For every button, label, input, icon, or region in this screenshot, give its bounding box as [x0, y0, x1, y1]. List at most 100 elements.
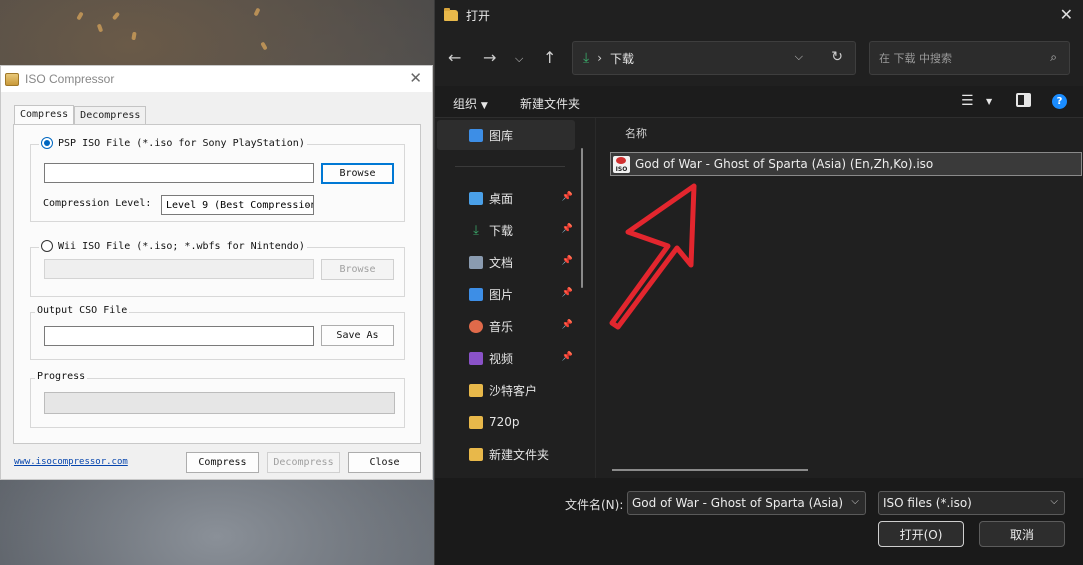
file-type-value: ISO files (*.iso) — [883, 496, 972, 510]
file-list: 名称 ISO God of War - Ghost of Sparta (Asi… — [595, 118, 1083, 478]
preview-pane-icon[interactable] — [1016, 93, 1031, 107]
search-icon: ⌕ — [1050, 50, 1057, 64]
pin-icon[interactable]: 📌 — [562, 192, 573, 202]
sidebar-item-label: 图片 — [489, 287, 514, 302]
pin-icon[interactable]: 📌 — [562, 352, 573, 362]
output-file-input[interactable] — [44, 326, 314, 346]
sidebar-item-label: 图库 — [489, 128, 514, 143]
wallpaper-spark — [131, 31, 137, 41]
app-icon — [5, 72, 19, 86]
recent-locations-icon[interactable]: ⌵ — [515, 52, 523, 66]
forward-icon[interactable]: → — [483, 48, 496, 67]
close-icon[interactable]: ✕ — [409, 69, 422, 87]
save-as-button[interactable]: Save As — [321, 325, 394, 346]
wallpaper-spark — [111, 11, 121, 21]
compress-button[interactable]: Compress — [186, 452, 259, 473]
sidebar-item-music[interactable]: 音乐 📌 — [437, 311, 575, 341]
close-button[interactable]: Close — [348, 452, 421, 473]
dialog-title: 打开 — [466, 8, 491, 23]
pin-icon[interactable]: 📌 — [562, 288, 573, 298]
chevron-down-icon[interactable]: ⌵ — [851, 496, 859, 507]
sidebar-item-label: 720p — [489, 415, 520, 429]
command-bar: 组织 ▼ 新建文件夹 ☰ ▼ ? — [435, 86, 1083, 118]
file-name: God of War - Ghost of Sparta (Asia) (En,… — [635, 157, 934, 171]
cancel-button[interactable]: 取消 — [979, 521, 1065, 547]
progress-label: Progress — [35, 371, 88, 382]
folder-icon — [444, 7, 458, 21]
organize-label: 组织 — [453, 97, 478, 111]
psp-group-label: PSP ISO File (*.iso for Sony PlayStation… — [58, 137, 305, 149]
sidebar-item-gallery[interactable]: 图库 — [437, 120, 575, 150]
sidebar-item-folder-720p[interactable]: 720p — [437, 407, 575, 437]
tab-compress[interactable]: Compress — [14, 105, 75, 124]
sidebar-item-desktop[interactable]: 桌面 📌 — [437, 183, 575, 213]
open-file-dialog: 打开 ✕ ← → ⌵ ↑ ⤓ › 下载 ⌵ ↻ 在 下载 中搜索 ⌕ 组织 ▼ … — [434, 0, 1083, 565]
sidebar-item-pictures[interactable]: 图片 📌 — [437, 279, 575, 309]
chevron-down-icon[interactable]: ⌵ — [795, 50, 803, 64]
psp-file-input[interactable] — [44, 163, 314, 183]
caret-down-icon: ▼ — [480, 101, 488, 111]
music-icon — [469, 319, 483, 333]
tab-decompress[interactable]: Decompress — [74, 106, 147, 125]
file-type-select[interactable]: ISO files (*.iso) ⌵ — [878, 491, 1065, 515]
desktop-icon — [469, 191, 483, 205]
sidebar-item-downloads[interactable]: ⤓ 下载 📌 — [437, 215, 575, 245]
video-icon — [469, 351, 483, 365]
divider — [455, 166, 565, 167]
psp-browse-button[interactable]: Browse — [321, 163, 394, 184]
website-link[interactable]: www.isocompressor.com — [14, 457, 128, 467]
iso-file-icon: ISO — [613, 155, 630, 173]
sidebar-item-documents[interactable]: 文档 📌 — [437, 247, 575, 277]
file-item-selected[interactable]: ISO God of War - Ghost of Sparta (Asia) … — [610, 152, 1082, 176]
dialog-title-bar[interactable]: 打开 ✕ — [435, 0, 1083, 30]
sidebar-item-label: 文档 — [489, 255, 514, 270]
sidebar-item-label: 桌面 — [489, 191, 514, 206]
view-list-icon[interactable]: ☰ — [961, 93, 974, 109]
sidebar-scrollbar[interactable] — [581, 148, 583, 288]
wallpaper-spark — [96, 23, 104, 33]
horizontal-scrollbar[interactable] — [612, 469, 808, 471]
wii-browse-button: Browse — [321, 259, 394, 280]
caret-down-icon[interactable]: ▼ — [986, 97, 992, 106]
search-input[interactable]: 在 下载 中搜索 ⌕ — [869, 41, 1070, 75]
folder-icon — [469, 415, 483, 429]
compression-level-value: Level 9 (Best Compression) — [166, 199, 314, 211]
document-icon — [469, 255, 483, 269]
pin-icon[interactable]: 📌 — [562, 224, 573, 234]
compression-level-label: Compression Level: — [43, 198, 152, 209]
refresh-icon[interactable]: ↻ — [831, 49, 843, 65]
gallery-icon — [469, 128, 483, 142]
file-name-value: God of War - Ghost of Sparta (Asia) — [632, 496, 844, 510]
wii-group-label: Wii ISO File (*.iso; *.wbfs for Nintendo… — [58, 240, 305, 252]
new-folder-button[interactable]: 新建文件夹 — [520, 95, 580, 112]
title-bar[interactable]: ISO Compressor ✕ — [1, 66, 432, 92]
close-icon[interactable]: ✕ — [1060, 5, 1073, 24]
address-bar[interactable]: ⤓ › 下载 ⌵ ↻ — [572, 41, 856, 75]
psp-radio[interactable] — [41, 137, 53, 149]
sidebar-item-label: 视频 — [489, 351, 514, 366]
download-icon: ⤓ — [583, 50, 590, 66]
chevron-down-icon: ⌵ — [1050, 496, 1058, 507]
column-header-name[interactable]: 名称 — [625, 125, 647, 141]
pin-icon[interactable]: 📌 — [562, 320, 573, 330]
sidebar-item-videos[interactable]: 视频 📌 — [437, 343, 575, 373]
sidebar-item-folder-clients[interactable]: 沙特客户 — [437, 375, 575, 405]
sidebar-item-label: 新建文件夹 — [489, 447, 550, 462]
psp-radio-row[interactable]: PSP ISO File (*.iso for Sony PlayStation… — [39, 137, 307, 149]
output-label: Output CSO File — [35, 305, 130, 316]
address-location: 下载 — [610, 51, 635, 66]
up-icon[interactable]: ↑ — [543, 48, 556, 67]
open-button[interactable]: 打开(O) — [878, 521, 964, 547]
wii-radio-row[interactable]: Wii ISO File (*.iso; *.wbfs for Nintendo… — [39, 240, 307, 252]
sidebar-item-folder-new[interactable]: 新建文件夹 — [437, 439, 575, 469]
window-title: ISO Compressor — [25, 72, 115, 86]
compression-level-select[interactable]: Level 9 (Best Compression) ⌵ — [161, 195, 314, 215]
organize-menu[interactable]: 组织 ▼ — [453, 95, 488, 112]
decompress-button: Decompress — [267, 452, 340, 473]
file-name-input[interactable]: God of War - Ghost of Sparta (Asia) ⌵ — [627, 491, 866, 515]
help-icon[interactable]: ? — [1052, 94, 1067, 109]
wallpaper-spark — [253, 7, 261, 17]
pin-icon[interactable]: 📌 — [562, 256, 573, 266]
back-icon[interactable]: ← — [448, 48, 461, 67]
wii-radio[interactable] — [41, 240, 53, 252]
